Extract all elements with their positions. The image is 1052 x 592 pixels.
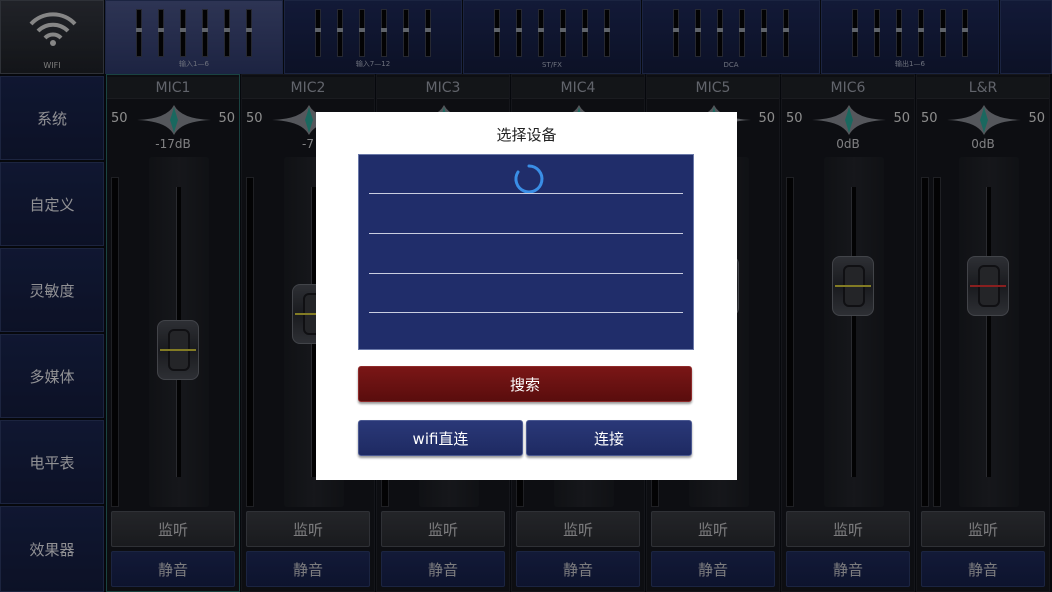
dialog-title: 选择设备 bbox=[496, 126, 557, 144]
loading-spinner-icon bbox=[514, 164, 544, 194]
device-list-row[interactable] bbox=[369, 273, 683, 274]
connect-button[interactable]: 连接 bbox=[526, 420, 692, 456]
select-device-dialog: 选择设备 搜索 wifi直连 连接 bbox=[316, 112, 737, 480]
device-list-row[interactable] bbox=[369, 312, 683, 313]
wifi-direct-button[interactable]: wifi直连 bbox=[358, 420, 523, 456]
device-list-row[interactable] bbox=[369, 193, 683, 194]
mixer-app: WIFI 输入1—6 输入7—12 ST/FX DCA 输出1—6 系统 自定义… bbox=[0, 0, 1052, 592]
device-list-row[interactable] bbox=[369, 233, 683, 234]
device-list[interactable] bbox=[358, 154, 694, 350]
search-button[interactable]: 搜索 bbox=[358, 366, 692, 402]
